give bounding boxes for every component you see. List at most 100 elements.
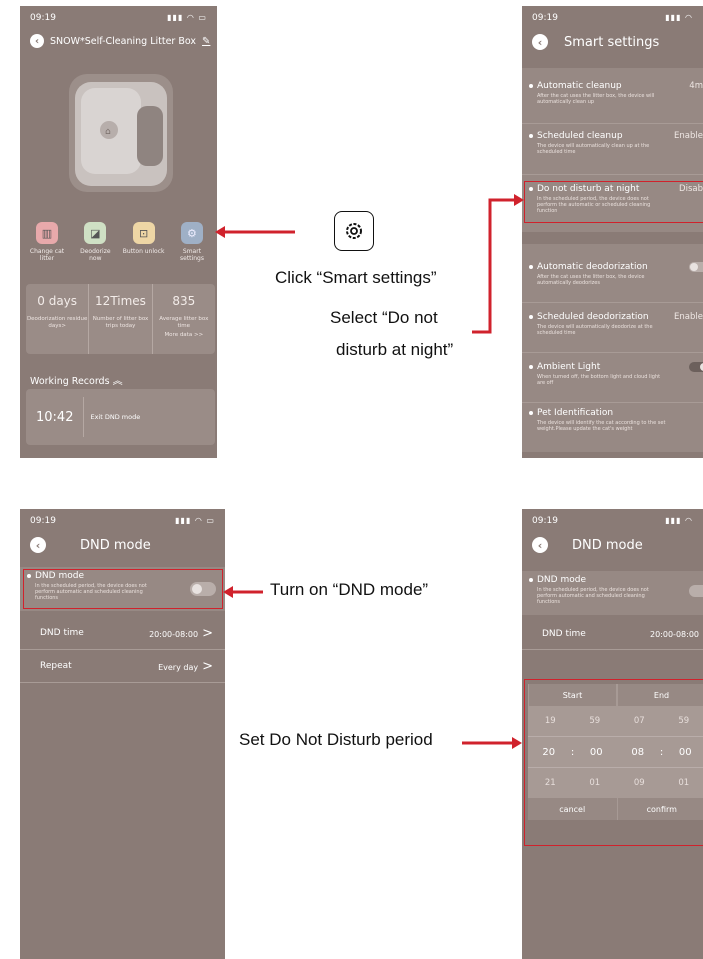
back-icon[interactable]: ‹ <box>30 34 44 48</box>
signal-wifi-battery-icon: ▮▮▮ ◠ ▭ <box>175 516 215 525</box>
back-icon[interactable]: ‹ <box>30 537 46 553</box>
dnd-time-row[interactable]: DND time 20:00-08:00 > <box>20 617 225 650</box>
caption-turn-on-dnd: Turn on “DND mode” <box>270 580 429 599</box>
deodorize-button[interactable]: ◪ Deodorize now <box>74 222 116 262</box>
status-bar: 09:19 ▮▮▮ ◠ <box>532 13 693 23</box>
status-bar: 09:19 ▮▮▮ ◠ ▭ <box>30 516 215 526</box>
highlight-box <box>524 679 703 846</box>
dnd-time-row[interactable]: DND time 20:00-08:00 <box>522 619 703 650</box>
setting-value: Enable <box>674 131 703 141</box>
signal-wifi-battery-icon: ▮▮▮ ◠ ▭ <box>167 13 207 22</box>
setting-title: Scheduled deodorization <box>537 312 649 322</box>
setting-title: Automatic deodorization <box>537 262 648 272</box>
stats-card: 0 days Deodorization residue days> 12Tim… <box>26 284 215 354</box>
smart-settings-screen: 09:19 ▮▮▮ ◠ ‹ Smart settings Automatic c… <box>522 6 703 458</box>
stat-average-time: 835 Average litter box time More data >> <box>153 284 215 354</box>
setting-pet-identification[interactable]: Pet Identification The device will ident… <box>529 408 703 432</box>
chevron-right-icon: > <box>202 658 213 674</box>
more-data-link[interactable]: More data >> <box>164 332 203 338</box>
stat-deodorization[interactable]: 0 days Deodorization residue days> <box>26 284 90 354</box>
arrow-to-smart-settings <box>215 226 295 238</box>
setting-value: 4m <box>689 81 703 91</box>
status-time: 09:19 <box>532 13 558 23</box>
status-time: 09:19 <box>532 516 558 526</box>
action-label: Change cat litter <box>29 248 65 262</box>
setting-desc: In the scheduled period, the device does… <box>537 587 649 605</box>
chevron-up-icon: ︽ <box>112 376 123 387</box>
divider <box>522 174 703 175</box>
header: ‹ Smart settings <box>532 34 695 50</box>
record-text: Exit DND mode <box>90 413 141 421</box>
svg-text:⌂: ⌂ <box>105 127 111 137</box>
litter-box-image: ⌂ <box>69 74 173 192</box>
stat-label: Number of litter box trips today <box>92 316 149 329</box>
repeat-row[interactable]: Repeat Every day > <box>20 650 225 683</box>
page-title: DND mode <box>80 537 151 553</box>
setting-desc: After the cat uses the litter box, the d… <box>537 93 655 105</box>
setting-scheduled-cleanup[interactable]: Scheduled cleanup Enable The device will … <box>529 131 703 155</box>
action-label: Deodorize now <box>80 248 111 262</box>
unlock-button[interactable]: ⊡ Button unlock <box>123 222 165 262</box>
setting-desc: The device will identify the cat accordi… <box>537 420 666 432</box>
gear-icon: ⚙ <box>180 222 203 244</box>
stat-label: Average litter box time <box>159 316 209 329</box>
stat-value: 0 days <box>37 294 78 308</box>
records-title: Working Records <box>30 376 110 387</box>
highlight-box <box>23 569 223 609</box>
gear-icon <box>334 211 374 251</box>
setting-desc: The device will automatically clean up a… <box>537 143 650 155</box>
back-icon[interactable]: ‹ <box>532 34 548 50</box>
dnd-time-label: DND time <box>542 629 586 639</box>
status-time: 09:19 <box>30 516 56 526</box>
setting-title: Ambient Light <box>537 362 601 372</box>
setting-desc: When turned off, the bottom light and cl… <box>537 374 661 386</box>
setting-title: Pet Identification <box>537 408 614 418</box>
device-title: SNOW*Self-Cleaning Litter Box <box>50 35 197 47</box>
stat-value: 835 <box>172 294 196 308</box>
record-time: 10:42 <box>26 397 85 437</box>
page-title: Smart settings <box>564 34 660 50</box>
back-icon[interactable]: ‹ <box>532 537 548 553</box>
dnd-time-label: DND time <box>40 628 84 638</box>
smart-settings-button[interactable]: ⚙ Smart settings <box>171 222 213 262</box>
setting-automatic-deodorization[interactable]: Automatic deodorization After the cat us… <box>529 262 703 286</box>
litter-box-home-screen: 09:19 ▮▮▮ ◠ ▭ ‹ SNOW*Self-Cleaning Litte… <box>20 6 217 458</box>
arrow-to-time-picker <box>462 737 522 749</box>
caption-select-dnd-line2: disturb at night” <box>336 340 454 359</box>
header: ‹ SNOW*Self-Cleaning Litter Box ✎ <box>30 34 210 48</box>
divider <box>522 302 703 303</box>
highlight-box <box>524 181 703 223</box>
repeat-label: Repeat <box>40 661 72 671</box>
repeat-value: Every day <box>158 662 199 672</box>
divider <box>522 352 703 353</box>
chevron-right-icon: > <box>202 625 213 641</box>
setting-ambient-light[interactable]: Ambient Light When turned off, the botto… <box>529 362 703 386</box>
page-title: DND mode <box>572 537 643 553</box>
caption-set-period: Set Do Not Disturb period <box>239 730 433 749</box>
dnd-mode-toggle[interactable] <box>689 585 703 597</box>
edit-icon[interactable]: ✎ <box>202 36 210 47</box>
setting-desc: After the cat uses the litter box, the d… <box>537 274 645 286</box>
deodorization-toggle[interactable] <box>689 262 703 272</box>
deodorize-icon: ◪ <box>84 222 107 244</box>
arrow-to-dnd-toggle <box>223 586 263 598</box>
change-litter-button[interactable]: ▥ Change cat litter <box>26 222 68 262</box>
status-bar: 09:19 ▮▮▮ ◠ <box>532 516 693 526</box>
setting-title: Automatic cleanup <box>537 81 622 91</box>
trash-icon: ▥ <box>36 222 58 244</box>
signal-wifi-icon: ▮▮▮ ◠ <box>665 516 693 525</box>
setting-scheduled-deodorization[interactable]: Scheduled deodorization Enable The device… <box>529 312 703 336</box>
quick-actions: ▥ Change cat litter ◪ Deodorize now ⊡ Bu… <box>26 222 213 262</box>
setting-title: Scheduled cleanup <box>537 131 623 141</box>
ambient-light-toggle[interactable] <box>689 362 703 372</box>
working-records-title[interactable]: Working Records ︽ <box>30 372 123 387</box>
setting-title: DND mode <box>537 575 586 585</box>
dnd-time-value: 20:00-08:00 <box>650 629 699 639</box>
divider <box>522 123 703 124</box>
unlock-icon: ⊡ <box>132 222 155 244</box>
setting-automatic-cleanup[interactable]: Automatic cleanup 4m After the cat uses t… <box>529 81 703 105</box>
stat-value: 12Times <box>95 294 146 308</box>
setting-dnd-mode[interactable]: DND mode In the scheduled period, the de… <box>529 575 703 605</box>
dnd-time-picker-screen: 09:19 ▮▮▮ ◠ ‹ DND mode DND mode In the s… <box>522 509 703 959</box>
record-item: 10:42 Exit DND mode <box>26 389 215 445</box>
